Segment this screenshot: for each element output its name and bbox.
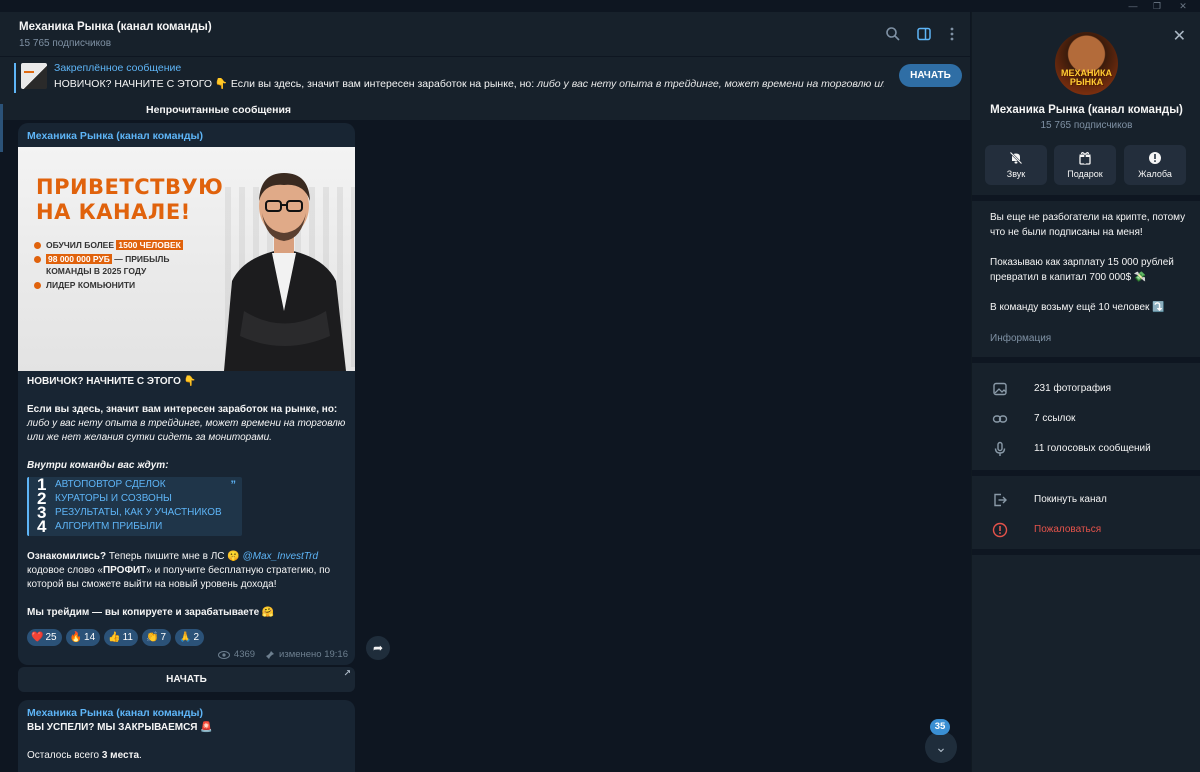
pin-icon (266, 650, 275, 659)
info-label: Информация (990, 333, 1052, 344)
divider (972, 549, 1200, 555)
benefits-quote: ” 1 АВТОПОВТОР СДЕЛОК 2 КУРАТОРЫ И СОЗВОНЫ… (27, 475, 242, 536)
banner-bullet: 98 000 000 РУБ — ПРИБЫЛЬ КОМАНДЫ В 2025 … (34, 253, 184, 277)
share-icon[interactable]: ➦ (366, 636, 390, 660)
report-button[interactable]: Жалоба (1124, 145, 1186, 185)
channel-subscribers: 15 765 подписчиков (1040, 120, 1133, 131)
leave-icon (994, 493, 1007, 507)
pinned-text: НОВИЧОК? НАЧНИТЕ С ЭТОГО 👇 Если вы здесь… (54, 78, 884, 90)
person-photo (224, 173, 346, 371)
benefit-item: 2 КУРАТОРЫ И СОЗВОНЫ (37, 489, 172, 508)
scroll-accent (0, 104, 3, 152)
gift-button[interactable]: Подарок (1054, 145, 1116, 185)
reaction-pray[interactable]: 🙏 2 (175, 629, 205, 646)
views-icon (217, 650, 230, 659)
reaction-clap[interactable]: 👏 7 (142, 629, 172, 646)
chat-header[interactable]: Механика Рынка (канал команды) 15 765 по… (0, 12, 970, 56)
message-text: НОВИЧОК? НАЧНИТЕ С ЭТОГО 👇 Если вы здесь… (27, 375, 349, 620)
pinned-thumbnail (21, 63, 47, 89)
message-closing: Мы трейдим — вы копируете и зарабатывает… (27, 607, 275, 618)
benefit-item: 1 АВТОПОВТОР СДЕЛОК (37, 475, 166, 494)
voice-row[interactable]: 11 голосовых сообщений (972, 434, 1200, 464)
banner-bullet: ОБУЧИЛ БОЛЕЕ 1500 ЧЕЛОВЕК (34, 239, 184, 251)
alert-icon (1149, 152, 1161, 164)
reaction-fire[interactable]: 🔥 14 (65, 629, 101, 646)
chat-subscribers: 15 765 подписчиков (19, 38, 112, 49)
bell-off-icon (1009, 151, 1023, 165)
avatar-logo-text: МЕХАНИКА РЫНКА (1061, 68, 1112, 87)
banner-bullet: ЛИДЕР КОМЬЮНИТИ (34, 279, 184, 291)
external-link-icon: ↗ (343, 668, 351, 678)
pinned-start-button[interactable]: НАЧАТЬ (899, 64, 962, 87)
inline-start-button[interactable]: НАЧАТЬ ↗ (18, 667, 355, 692)
inside-heading: Внутри команды вас ждут: (27, 460, 169, 471)
minimize-icon[interactable]: — (1122, 0, 1144, 12)
pinned-indicator (14, 63, 16, 93)
photos-row[interactable]: 231 фотография (972, 374, 1200, 404)
benefit-item: 4 АЛГОРИТМ ПРИБЫЛИ (37, 517, 163, 536)
avatar[interactable]: МЕХАНИКА РЫНКА (1055, 32, 1118, 95)
message-text: Осталось всего 3 места. (27, 750, 142, 761)
divider (972, 470, 1200, 476)
message-author[interactable]: Механика Рынка (канал команды) (27, 707, 203, 719)
message-meta: 4369 изменено 19:16 (217, 649, 348, 660)
sidebar-toggle-icon[interactable] (916, 26, 932, 42)
close-window-icon[interactable]: ✕ (1172, 0, 1194, 12)
message-author[interactable]: Механика Рынка (канал команды) (27, 130, 203, 142)
message-headline: ВЫ УСПЕЛИ? МЫ ЗАКРЫВАЕМСЯ 🚨 (27, 722, 213, 733)
close-icon[interactable]: ✕ (1173, 26, 1186, 46)
more-options-icon[interactable] (944, 26, 960, 42)
leave-channel-row[interactable]: Покинуть канал (972, 485, 1200, 515)
photo-icon (993, 382, 1007, 396)
divider (972, 195, 1200, 201)
scroll-down-button[interactable]: ⌄ (925, 731, 957, 763)
unread-divider: Непрочитанные сообщения (0, 100, 970, 120)
channel-description: Вы еще не разбогатели на крипте, потому … (990, 212, 1186, 313)
message-paragraph: Если вы здесь, значит вам интересен зара… (27, 404, 346, 443)
maximize-icon[interactable]: ❐ (1146, 0, 1168, 12)
link-icon (992, 415, 1008, 423)
gift-icon (1079, 152, 1091, 165)
banner-bullets: ОБУЧИЛ БОЛЕЕ 1500 ЧЕЛОВЕК 98 000 000 РУБ… (34, 239, 184, 293)
pinned-message-bar[interactable]: Закреплённое сообщение НОВИЧОК? НАЧНИТЕ … (0, 57, 970, 100)
quote-icon: ” (230, 479, 237, 491)
message-paragraph: Ознакомились? Теперь пишите мне в ЛС 🤫 @… (27, 551, 331, 590)
benefit-item: 3 РЕЗУЛЬТАТЫ, КАК У УЧАСТНИКОВ (37, 503, 222, 522)
mic-icon (994, 441, 1006, 456)
mute-button[interactable]: Звук (985, 145, 1047, 185)
message-image[interactable]: ПРИВЕТСТВУЮ НА КАНАЛЕ! ОБУЧИЛ БОЛЕЕ 1500… (18, 147, 355, 371)
unread-count-badge: 35 (930, 719, 950, 735)
report-channel-row[interactable]: Пожаловаться (972, 515, 1200, 545)
channel-info-sidebar: ✕ МЕХАНИКА РЫНКА Механика Рынка (канал ко… (971, 12, 1200, 772)
channel-message[interactable]: Механика Рынка (канал команды) ПРИВЕТСТВ… (18, 123, 355, 665)
reaction-thumbs-up[interactable]: 👍 11 (104, 629, 138, 646)
views-count: 4369 (233, 649, 256, 660)
report-icon (992, 522, 1008, 538)
links-row[interactable]: 7 ссылок (972, 404, 1200, 434)
channel-message-2[interactable]: Механика Рынка (канал команды) ВЫ УСПЕЛИ… (18, 700, 355, 772)
message-headline: НОВИЧОК? НАЧНИТЕ С ЭТОГО 👇 (27, 376, 197, 387)
username-mention[interactable]: @Max_InvestTrd (243, 551, 319, 562)
reactions-bar: ❤️ 25 🔥 14 👍 11 👏 7 🙏 2 (27, 629, 205, 646)
reaction-heart[interactable]: ❤️ 25 (27, 629, 62, 646)
banner-title: ПРИВЕТСТВУЮ НА КАНАЛЕ! (36, 175, 224, 224)
pinned-label: Закреплённое сообщение (54, 62, 182, 74)
divider (972, 357, 1200, 363)
window-titlebar: — ❐ ✕ (0, 0, 1200, 12)
chat-title[interactable]: Механика Рынка (канал команды) (19, 21, 212, 33)
channel-title: Механика Рынка (канал команды) (990, 104, 1183, 116)
search-icon[interactable] (885, 26, 901, 42)
edited-time: изменено 19:16 (279, 649, 348, 660)
chat-area: Механика Рынка (канал команды) 15 765 по… (0, 12, 970, 772)
